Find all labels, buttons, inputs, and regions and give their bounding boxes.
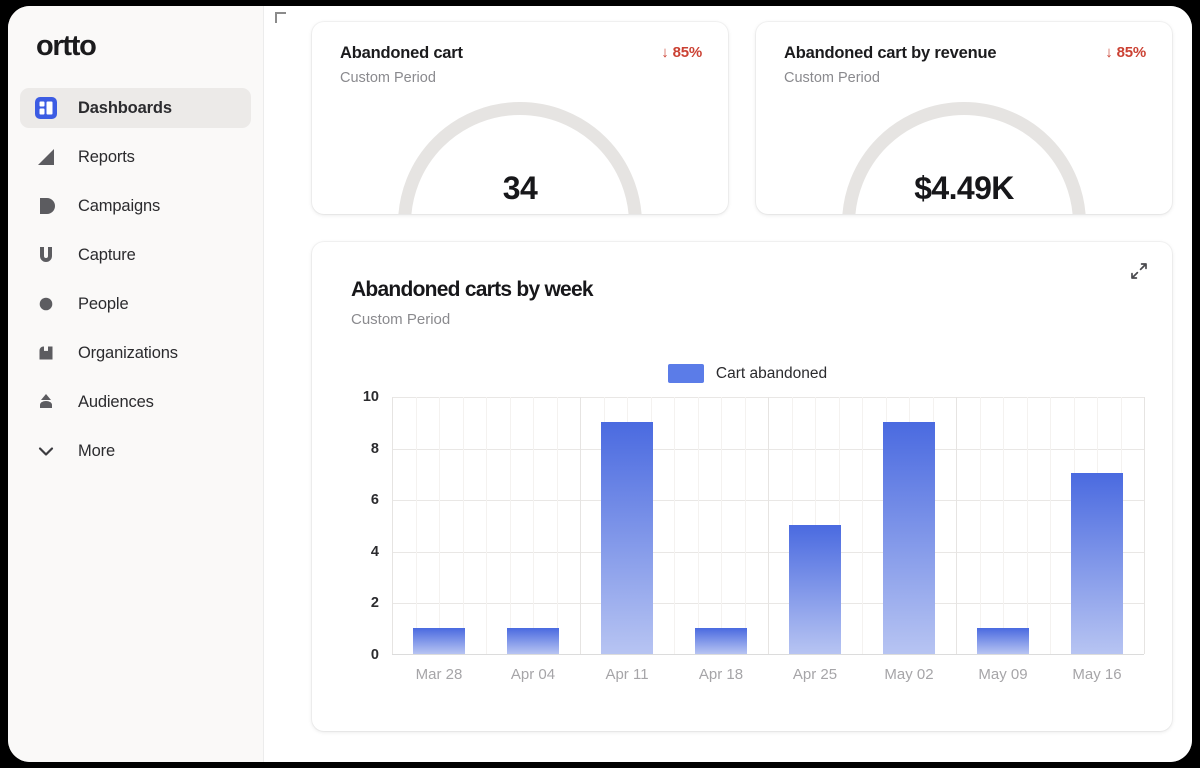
- card-title: Abandoned cart by revenue: [784, 44, 997, 62]
- y-axis-tick-label: 2: [370, 595, 379, 612]
- chart-legend: Cart abandoned: [351, 364, 1144, 383]
- y-axis-tick-label: 10: [362, 389, 379, 405]
- y-axis-tick-label: 0: [370, 647, 379, 663]
- x-axis-tick-label: May 09: [978, 666, 1028, 683]
- sidebar-item-label: Reports: [78, 147, 135, 166]
- x-axis-tick-label: Apr 25: [792, 666, 838, 683]
- chart-card-abandoned-carts-by-week: Abandoned carts by week Custom Period Ca…: [312, 242, 1172, 731]
- chevron-down-icon: [33, 438, 59, 464]
- legend-label: Cart abandoned: [715, 364, 828, 382]
- bar[interactable]: [788, 525, 842, 654]
- y-axis-tick-label: 8: [370, 440, 379, 457]
- sidebar-item-organizations[interactable]: Organizations: [20, 333, 251, 373]
- bar[interactable]: [882, 421, 936, 654]
- chart-plot-area: 0 2 4 6 8 10 Mar 28 Apr 04 Apr 11 Apr 18 Apr 25 Ma…: [351, 389, 1145, 697]
- bar[interactable]: [976, 628, 1030, 654]
- sidebar-item-label: More: [78, 441, 115, 460]
- stat-card-abandoned-cart[interactable]: Abandoned cart Custom Period ↓ 85% 34: [312, 22, 728, 214]
- bar-series: [392, 397, 1144, 654]
- bar[interactable]: [600, 421, 654, 654]
- bar-slot: [768, 397, 862, 654]
- sidebar-item-label: Organizations: [78, 343, 178, 362]
- sidebar-item-more[interactable]: More: [20, 431, 251, 471]
- sidebar-item-reports[interactable]: Reports: [20, 137, 251, 177]
- campaigns-icon: [33, 193, 59, 219]
- capture-icon: [33, 242, 59, 268]
- sidebar-item-label: Campaigns: [78, 196, 161, 215]
- x-axis-labels: Mar 28 Apr 04 Apr 11 Apr 18 Apr 25 May 02 May …: [392, 666, 1144, 683]
- dashboard-icon: [33, 95, 59, 121]
- bar-slot: [486, 397, 580, 654]
- audiences-icon: [33, 389, 59, 415]
- card-title: Abandoned cart: [340, 44, 463, 62]
- x-axis-tick-label: Mar 28: [415, 666, 463, 683]
- card-header: Abandoned cart Custom Period ↓ 85%: [340, 44, 702, 86]
- sidebar-item-label: Capture: [78, 245, 136, 264]
- bar-slot: [1050, 397, 1144, 654]
- sidebar-item-dashboards[interactable]: Dashboards: [20, 88, 251, 128]
- x-axis-tick-label: Apr 04: [510, 666, 556, 683]
- sidebar-item-label: Dashboards: [78, 98, 172, 117]
- card-header: Abandoned cart by revenue Custom Period …: [784, 44, 1146, 86]
- sidebar-item-people[interactable]: People: [20, 284, 251, 324]
- card-subtitle: Custom Period: [340, 70, 436, 86]
- chart-title: Abandoned carts by week: [351, 278, 594, 301]
- bar[interactable]: [506, 628, 560, 654]
- x-axis-tick-label: Apr 18: [698, 666, 744, 683]
- bar-slot: [392, 397, 486, 654]
- bar-slot: [674, 397, 768, 654]
- gauge-value: $4.49K: [914, 170, 1014, 206]
- sidebar-item-campaigns[interactable]: Campaigns: [20, 186, 251, 226]
- app-window: ortto Dashboards Reports Campaigns Captu…: [8, 6, 1192, 762]
- sidebar-item-audiences[interactable]: Audiences: [20, 382, 251, 422]
- dashboard-content: Abandoned cart Custom Period ↓ 85% 34 Ab…: [264, 6, 1192, 762]
- sidebar-item-label: Audiences: [78, 392, 154, 411]
- sidebar-nav: Dashboards Reports Campaigns Capture Peo…: [8, 88, 263, 471]
- gauge-value: 34: [502, 170, 538, 206]
- expand-diagonal-icon[interactable]: [1126, 258, 1152, 284]
- vertical-gridline: [1144, 397, 1145, 654]
- status-badge-delta: ↓ 85%: [661, 44, 702, 61]
- bar-slot: [956, 397, 1050, 654]
- people-icon: [33, 291, 59, 317]
- app-logo: ortto: [36, 30, 97, 62]
- legend-swatch: [667, 364, 704, 383]
- y-axis-tick-label: 6: [370, 492, 379, 509]
- card-subtitle: Custom Period: [784, 70, 880, 86]
- x-axis-tick-label: May 02: [884, 666, 934, 683]
- status-badge-delta: ↓ 85%: [1105, 44, 1146, 61]
- x-axis-tick-label: May 16: [1072, 666, 1122, 683]
- reports-icon: [33, 144, 59, 170]
- bar-slot: [862, 397, 956, 654]
- x-axis-tick-label: Apr 11: [605, 666, 649, 683]
- plot-canvas: 0 2 4 6 8 10: [363, 389, 1145, 663]
- y-axis-tick-label: 4: [370, 543, 379, 560]
- bar[interactable]: [1070, 473, 1124, 654]
- sidebar: ortto Dashboards Reports Campaigns Captu…: [8, 6, 264, 762]
- stat-card-abandoned-cart-revenue[interactable]: Abandoned cart by revenue Custom Period …: [756, 22, 1172, 214]
- bar[interactable]: [694, 628, 748, 654]
- bar-slot: [580, 397, 674, 654]
- selection-corner-marker: [275, 12, 286, 23]
- chart-subtitle: Custom Period: [351, 311, 451, 328]
- bar[interactable]: [412, 628, 466, 654]
- sidebar-item-capture[interactable]: Capture: [20, 235, 251, 275]
- stat-card-row: Abandoned cart Custom Period ↓ 85% 34 Ab…: [312, 18, 1172, 214]
- sidebar-item-label: People: [78, 294, 129, 313]
- organizations-icon: [33, 340, 59, 366]
